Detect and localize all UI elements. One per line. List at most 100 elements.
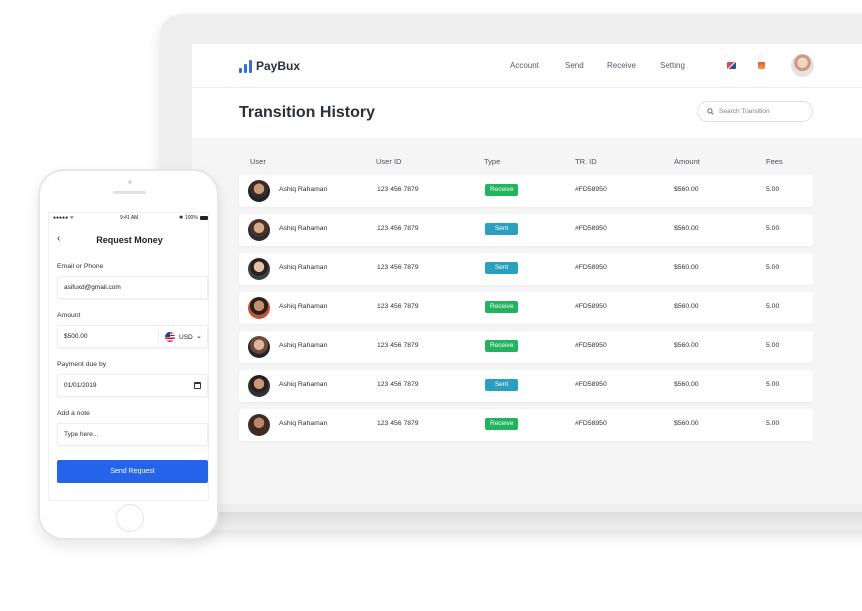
- cell-fees: 5.00: [766, 186, 780, 193]
- cell-user: Ashiq Rahaman: [279, 186, 328, 193]
- cell-amount: $560.00: [674, 342, 699, 349]
- table-row[interactable]: Ashiq Rahaman 123 456 7879 Receive #FD58950…: [239, 175, 813, 207]
- page-header: Transition History Search Transition: [192, 88, 862, 138]
- status-bar: ●●●●● ᯤ 9:41 AM ✱ 100%: [49, 213, 210, 223]
- cell-user: Ashiq Rahaman: [279, 264, 328, 271]
- email-field[interactable]: asifuxd@gmail.com: [57, 276, 208, 299]
- cell-user: Ashiq Rahaman: [279, 420, 328, 427]
- table-row[interactable]: Ashiq Rahaman 123 456 7879 Receive #FD58950…: [239, 409, 813, 441]
- type-badge: Sent: [485, 223, 518, 235]
- cell-amount: $560.00: [674, 420, 699, 427]
- cell-tr-id: #FD58950: [575, 186, 607, 193]
- col-type: Type: [484, 157, 501, 166]
- search-placeholder: Search Transition: [719, 108, 770, 115]
- phone-home-button[interactable]: [116, 504, 144, 532]
- note-field[interactable]: Type here...: [57, 423, 208, 446]
- cell-tr-id: #FD58950: [575, 225, 607, 232]
- notification-icon[interactable]: [758, 62, 765, 69]
- cell-tr-id: #FD58950: [575, 303, 607, 310]
- email-value: asifuxd@gmail.com: [64, 284, 121, 291]
- cell-user: Ashiq Rahaman: [279, 342, 328, 349]
- page-title: Transition History: [239, 104, 376, 121]
- cell-amount: $560.00: [674, 225, 699, 232]
- cell-user-id: 123 456 7879: [377, 225, 419, 232]
- type-badge: Sent: [485, 262, 518, 274]
- type-badge: Receive: [485, 184, 519, 196]
- stage: PayBux Account Send Receive Setting Tran…: [0, 0, 862, 611]
- phone-title: Request Money: [96, 235, 163, 245]
- dashboard-screen: PayBux Account Send Receive Setting Tran…: [192, 44, 862, 504]
- profile-avatar[interactable]: [791, 54, 814, 77]
- due-date-value: 01/01/2019: [64, 382, 97, 389]
- phone-speaker: [113, 191, 146, 194]
- type-badge: Receive: [485, 340, 519, 352]
- logo-bars-icon: [239, 59, 252, 73]
- cell-fees: 5.00: [766, 381, 780, 388]
- table-row[interactable]: Ashiq Rahaman 123 456 7879 Receive #FD58950…: [239, 292, 813, 324]
- cell-fees: 5.00: [766, 225, 780, 232]
- nav-send[interactable]: Send: [565, 61, 584, 70]
- table-header: User User ID Type TR. ID Amount Fees: [192, 157, 862, 169]
- phone-screen: ●●●●● ᯤ 9:41 AM ✱ 100% ‹ Request Money E…: [48, 212, 209, 501]
- cell-user-id: 123 456 7879: [377, 303, 419, 310]
- bluetooth-icon: ✱: [179, 215, 184, 221]
- logo-text: PayBux: [256, 59, 301, 73]
- type-badge: Sent: [485, 379, 518, 391]
- user-avatar: [248, 297, 270, 319]
- col-user: User: [250, 157, 266, 166]
- cell-amount: $560.00: [674, 186, 699, 193]
- phone-frame: ●●●●● ᯤ 9:41 AM ✱ 100% ‹ Request Money E…: [38, 169, 219, 540]
- cell-tr-id: #FD58950: [575, 342, 607, 349]
- logo[interactable]: PayBux: [239, 59, 300, 73]
- laptop-base: [205, 512, 862, 530]
- amount-field[interactable]: $500.00 USD ⌄: [57, 325, 208, 348]
- cell-fees: 5.00: [766, 264, 780, 271]
- note-placeholder: Type here...: [64, 431, 99, 438]
- cell-user: Ashiq Rahaman: [279, 381, 328, 388]
- calendar-icon[interactable]: [194, 382, 201, 389]
- app-header: PayBux Account Send Receive Setting: [192, 44, 862, 88]
- search-icon: [707, 108, 714, 115]
- phone-camera: [128, 180, 132, 184]
- cell-user: Ashiq Rahaman: [279, 225, 328, 232]
- signal-icon: ●●●●● ᯤ: [53, 215, 75, 221]
- table-row[interactable]: Ashiq Rahaman 123 456 7879 Sent #FD58950 $56…: [239, 253, 813, 285]
- cell-user-id: 123 456 7879: [377, 186, 419, 193]
- type-badge: Receive: [485, 418, 519, 430]
- nav-setting[interactable]: Setting: [660, 61, 685, 70]
- cell-user-id: 123 456 7879: [377, 342, 419, 349]
- col-user-id: User ID: [376, 157, 402, 166]
- nav-receive[interactable]: Receive: [607, 61, 636, 70]
- mail-icon[interactable]: [727, 62, 736, 69]
- col-tr-id: TR. ID: [575, 157, 597, 166]
- note-label: Add a note: [57, 410, 90, 417]
- table-row[interactable]: Ashiq Rahaman 123 456 7879 Receive #FD58950…: [239, 331, 813, 363]
- due-label: Payment due by: [57, 361, 107, 368]
- table-row[interactable]: Ashiq Rahaman 123 456 7879 Sent #FD58950 $56…: [239, 214, 813, 246]
- user-avatar: [248, 414, 270, 436]
- currency-select[interactable]: USD: [179, 334, 193, 341]
- cell-fees: 5.00: [766, 303, 780, 310]
- amount-label: Amount: [57, 312, 81, 319]
- battery-icon: [200, 216, 208, 220]
- user-avatar: [248, 258, 270, 280]
- cell-amount: $560.00: [674, 381, 699, 388]
- type-badge: Receive: [485, 301, 519, 313]
- col-fees: Fees: [766, 157, 783, 166]
- user-avatar: [248, 375, 270, 397]
- cell-user-id: 123 456 7879: [377, 264, 419, 271]
- email-label: Email or Phone: [57, 263, 104, 270]
- nav-account[interactable]: Account: [510, 61, 539, 70]
- cell-tr-id: #FD58950: [575, 264, 607, 271]
- search-input[interactable]: Search Transition: [697, 101, 813, 122]
- col-amount: Amount: [674, 157, 700, 166]
- due-date-field[interactable]: 01/01/2019: [57, 374, 208, 397]
- status-time: 9:41 AM: [120, 215, 139, 221]
- table-row[interactable]: Ashiq Rahaman 123 456 7879 Sent #FD58950 $56…: [239, 370, 813, 402]
- cell-amount: $560.00: [674, 303, 699, 310]
- send-request-button[interactable]: Send Request: [57, 460, 208, 483]
- user-avatar: [248, 336, 270, 358]
- cell-fees: 5.00: [766, 420, 780, 427]
- amount-divider: [158, 329, 159, 345]
- cell-amount: $560.00: [674, 264, 699, 271]
